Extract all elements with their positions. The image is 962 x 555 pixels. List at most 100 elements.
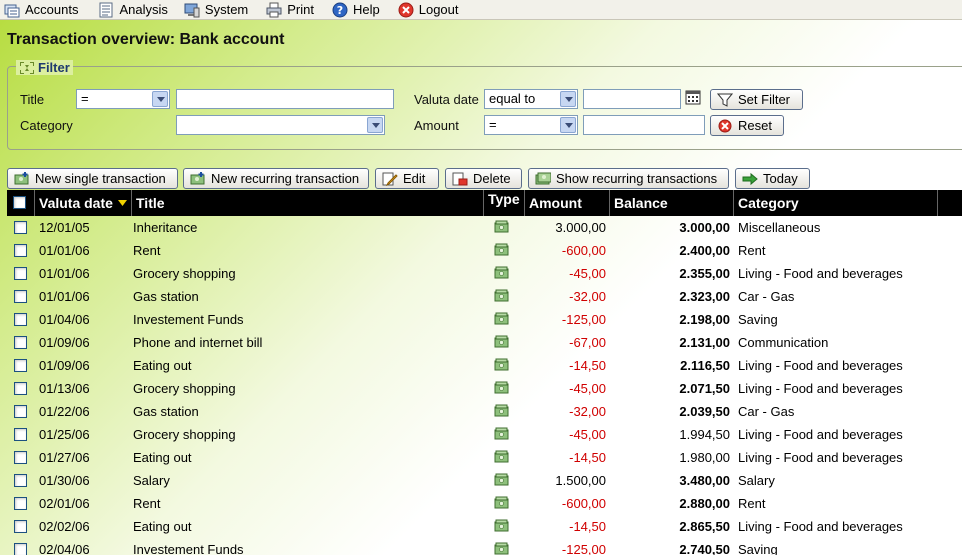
title-operator-value: = <box>81 91 89 106</box>
filter-panel: Filter Title = Category Valuta date equa… <box>7 60 962 150</box>
amount-operator-value: = <box>489 117 497 132</box>
filter-collapse-icon[interactable] <box>19 61 35 75</box>
table-row[interactable]: 12/01/05 Inheritance 3.000,00 3.000,00 Misce… <box>7 216 962 239</box>
column-header-type[interactable]: Type <box>484 190 525 216</box>
row-checkbox[interactable] <box>14 359 27 372</box>
row-checkbox[interactable] <box>14 290 27 303</box>
table-row[interactable]: 01/25/06 Grocery shopping -45,00 1.994,50 Li… <box>7 423 962 446</box>
amount-operator-select[interactable]: = <box>484 115 578 135</box>
set-filter-button[interactable]: Set Filter <box>710 89 803 110</box>
cell-date: 02/04/06 <box>39 542 90 555</box>
cell-category: Living - Food and beverages <box>738 358 903 373</box>
row-checkbox[interactable] <box>14 382 27 395</box>
cell-amount: -45,00 <box>569 381 606 396</box>
cell-balance: 2.198,00 <box>679 312 730 327</box>
new-recurring-transaction-button[interactable]: New recurring transaction <box>183 168 369 189</box>
column-header-date[interactable]: Valuta date <box>35 190 132 216</box>
cell-balance: 1.994,50 <box>679 427 730 442</box>
reset-label: Reset <box>738 118 772 133</box>
row-checkbox[interactable] <box>14 313 27 326</box>
chevron-down-icon <box>560 117 576 133</box>
table-row[interactable]: 01/09/06 Eating out -14,50 2.116,50 Living -… <box>7 354 962 377</box>
table-row[interactable]: 01/22/06 Gas station -32,00 2.039,50 Car - G… <box>7 400 962 423</box>
column-header-balance[interactable]: Balance <box>610 190 734 216</box>
column-header-category-label: Category <box>738 195 799 211</box>
table-row[interactable]: 01/13/06 Grocery shopping -45,00 2.071,50 Li… <box>7 377 962 400</box>
column-header-title[interactable]: Title <box>132 190 484 216</box>
show-recurring-transactions-button[interactable]: Show recurring transactions <box>528 168 729 189</box>
menu-analysis[interactable]: Analysis <box>94 0 171 20</box>
transaction-type-icon <box>494 266 509 280</box>
today-button[interactable]: Today <box>735 168 810 189</box>
table-row[interactable]: 01/01/06 Gas station -32,00 2.323,00 Car - G… <box>7 285 962 308</box>
column-header-amount[interactable]: Amount <box>525 190 610 216</box>
table-row[interactable]: 01/09/06 Phone and internet bill -67,00 2.1… <box>7 331 962 354</box>
cell-title: Rent <box>133 243 161 258</box>
title-filter-input[interactable] <box>176 89 394 109</box>
row-checkbox[interactable] <box>14 497 27 510</box>
new-transaction-icon <box>14 171 29 184</box>
table-row[interactable]: 01/04/06 Investement Funds -125,00 2.198,00… <box>7 308 962 331</box>
row-checkbox[interactable] <box>14 244 27 257</box>
row-checkbox[interactable] <box>14 451 27 464</box>
analysis-icon <box>99 2 113 17</box>
transaction-type-icon <box>494 381 509 395</box>
transaction-type-icon <box>494 496 509 510</box>
new-single-transaction-button[interactable]: New single transaction <box>7 168 178 189</box>
menu-bar: Accounts Analysis System Print ? Help Lo… <box>0 0 962 20</box>
table-row[interactable]: 01/01/06 Grocery shopping -45,00 2.355,00 Li… <box>7 262 962 285</box>
table-row[interactable]: 01/27/06 Eating out -14,50 1.980,00 Living -… <box>7 446 962 469</box>
row-checkbox[interactable] <box>14 336 27 349</box>
column-header-type-label: Type <box>488 191 520 207</box>
table-row[interactable]: 01/01/06 Rent -600,00 2.400,00 Rent <box>7 239 962 262</box>
menu-accounts[interactable]: Accounts <box>0 0 82 20</box>
delete-icon <box>452 172 468 185</box>
cell-balance: 2.740,50 <box>679 542 730 555</box>
cell-title: Gas station <box>133 289 199 304</box>
category-select[interactable] <box>176 115 385 135</box>
cell-category: Living - Food and beverages <box>738 381 903 396</box>
cell-date: 01/22/06 <box>39 404 90 419</box>
menu-system[interactable]: System <box>180 0 252 20</box>
arrow-right-icon <box>742 172 758 185</box>
transactions-table: Valuta date Title Type Amount Balance Ca… <box>7 190 962 555</box>
cell-balance: 2.039,50 <box>679 404 730 419</box>
cell-title: Eating out <box>133 519 192 534</box>
row-checkbox[interactable] <box>14 474 27 487</box>
title-operator-select[interactable]: = <box>76 89 170 109</box>
cell-balance: 2.355,00 <box>679 266 730 281</box>
row-checkbox[interactable] <box>14 405 27 418</box>
row-checkbox[interactable] <box>14 267 27 280</box>
sort-desc-icon <box>118 200 127 206</box>
cell-balance: 2.116,50 <box>680 358 730 373</box>
cell-balance: 2.071,50 <box>679 381 730 396</box>
row-checkbox[interactable] <box>14 543 27 555</box>
delete-button[interactable]: Delete <box>445 168 522 189</box>
amount-filter-input[interactable] <box>583 115 705 135</box>
valuta-date-input[interactable] <box>583 89 681 109</box>
select-all-checkbox[interactable] <box>13 196 26 209</box>
valuta-operator-select[interactable]: equal to <box>484 89 578 109</box>
table-row[interactable]: 02/02/06 Eating out -14,50 2.865,50 Living -… <box>7 515 962 538</box>
row-checkbox[interactable] <box>14 221 27 234</box>
cell-amount: -14,50 <box>569 450 606 465</box>
cell-title: Grocery shopping <box>133 427 236 442</box>
svg-text:?: ? <box>337 4 343 17</box>
cell-amount: -14,50 <box>569 519 606 534</box>
funnel-icon <box>717 93 733 107</box>
table-row[interactable]: 02/01/06 Rent -600,00 2.880,00 Rent <box>7 492 962 515</box>
reset-button[interactable]: Reset <box>710 115 784 136</box>
filter-legend: Filter <box>16 60 73 75</box>
table-row[interactable]: 01/30/06 Salary 1.500,00 3.480,00 Salary <box>7 469 962 492</box>
row-checkbox[interactable] <box>14 428 27 441</box>
menu-print[interactable]: Print <box>262 0 318 20</box>
menu-help[interactable]: ? Help <box>328 0 384 20</box>
cell-category: Living - Food and beverages <box>738 266 903 281</box>
calendar-icon[interactable] <box>685 89 701 105</box>
row-checkbox[interactable] <box>14 520 27 533</box>
edit-button[interactable]: Edit <box>375 168 439 189</box>
table-row[interactable]: 02/04/06 Investement Funds -125,00 2.740,50… <box>7 538 962 555</box>
menu-logout[interactable]: Logout <box>394 0 463 20</box>
column-header-category[interactable]: Category <box>734 190 938 216</box>
cell-date: 01/01/06 <box>39 243 90 258</box>
